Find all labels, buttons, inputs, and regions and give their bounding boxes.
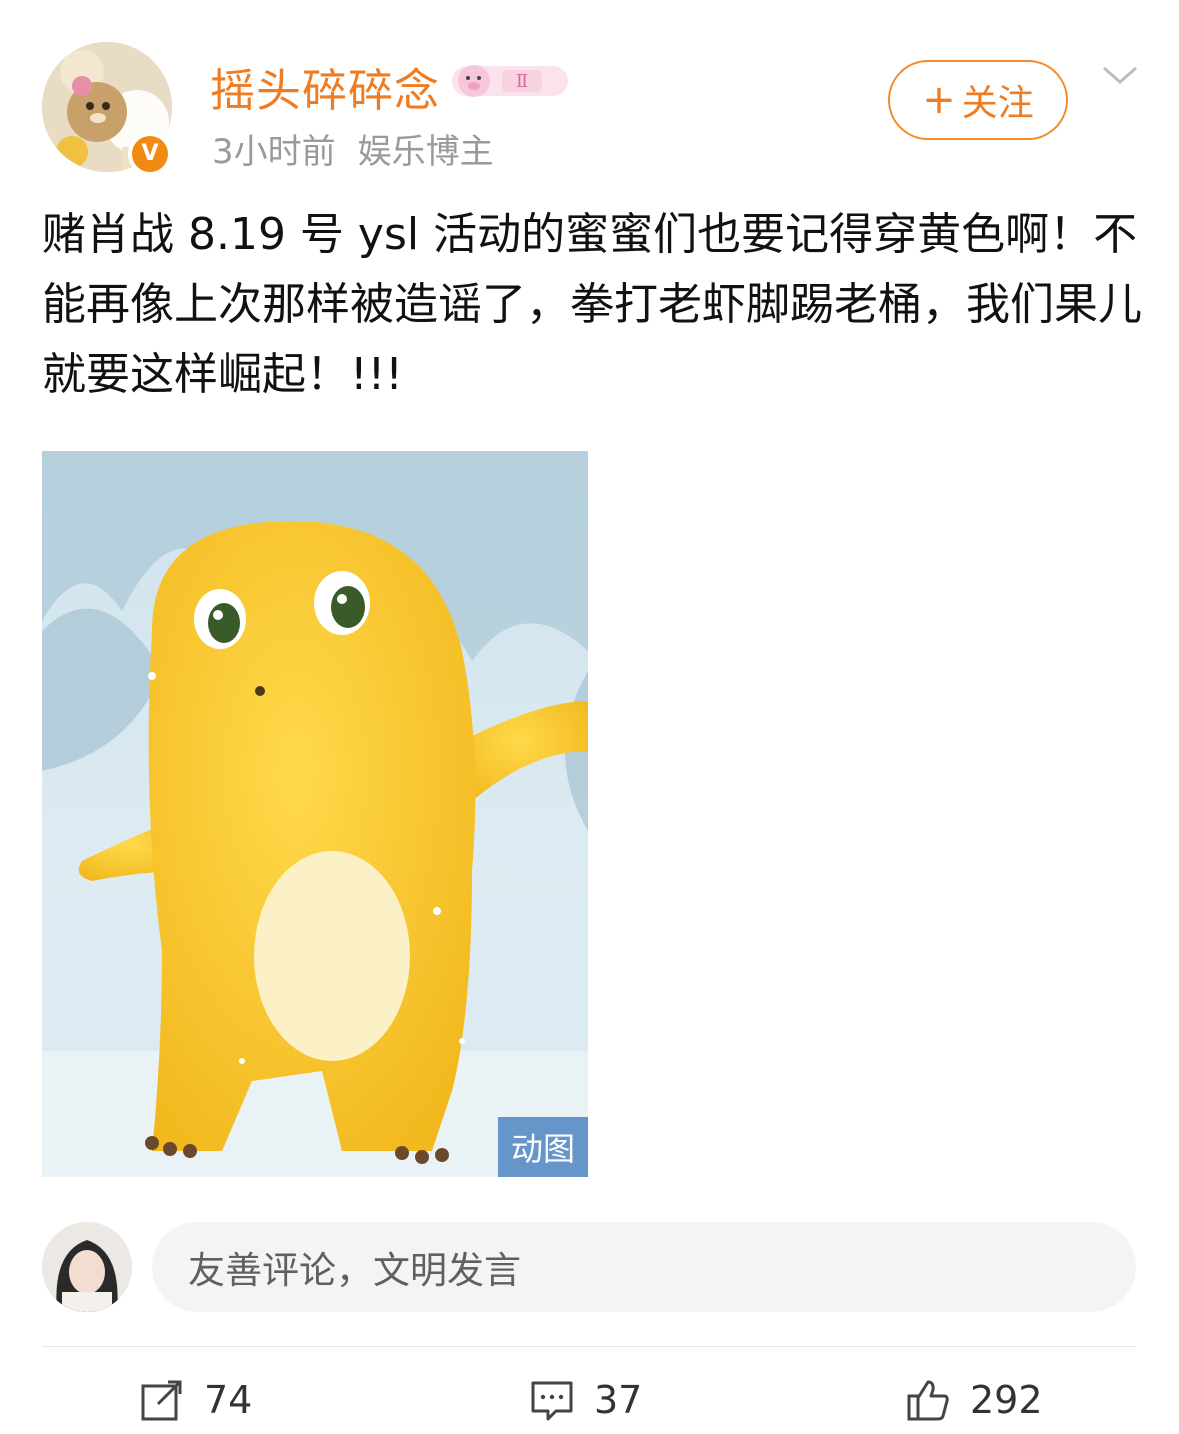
my-avatar[interactable] [42, 1222, 132, 1312]
comment-icon [531, 1381, 573, 1421]
chevron-down-icon[interactable] [1100, 60, 1140, 90]
thumbs-up-icon [907, 1380, 949, 1421]
author-name[interactable]: 摇头碎碎念 [210, 54, 440, 119]
verified-badge: V [128, 132, 172, 176]
post-image[interactable]: 动图 [42, 451, 588, 1177]
repost-button[interactable]: 74 [140, 1370, 252, 1430]
follow-label: 关注 [961, 83, 1034, 124]
divider [42, 1346, 1136, 1347]
post-text: 赌肖战 8.19 号 ysl 活动的蜜蜜们也要记得穿黄色啊！不能再像上次那样被造… [42, 209, 1142, 400]
post-meta: 3小时前 娱乐博主 [212, 124, 494, 173]
comment-input[interactable]: 友善评论，文明发言 [152, 1222, 1136, 1312]
post-time: 3小时前 [212, 132, 336, 172]
repost-count: 74 [204, 1378, 253, 1422]
author-tag: 娱乐博主 [357, 132, 494, 172]
member-level-icon: Ⅱ [452, 65, 568, 97]
plus-icon: + [922, 77, 956, 123]
member-level-text: Ⅱ [516, 71, 528, 92]
share-icon [141, 1380, 182, 1421]
comment-button[interactable]: 37 [530, 1370, 642, 1430]
comment-count: 37 [594, 1378, 643, 1422]
yellow-dinosaur-gif [42, 451, 588, 1177]
like-button[interactable]: 292 [906, 1370, 1043, 1430]
my-avatar-image [42, 1222, 132, 1312]
like-count: 292 [970, 1378, 1043, 1422]
comment-placeholder: 友善评论，文明发言 [188, 1249, 521, 1292]
gif-badge: 动图 [498, 1117, 588, 1177]
follow-button[interactable]: + 关注 [888, 60, 1068, 140]
